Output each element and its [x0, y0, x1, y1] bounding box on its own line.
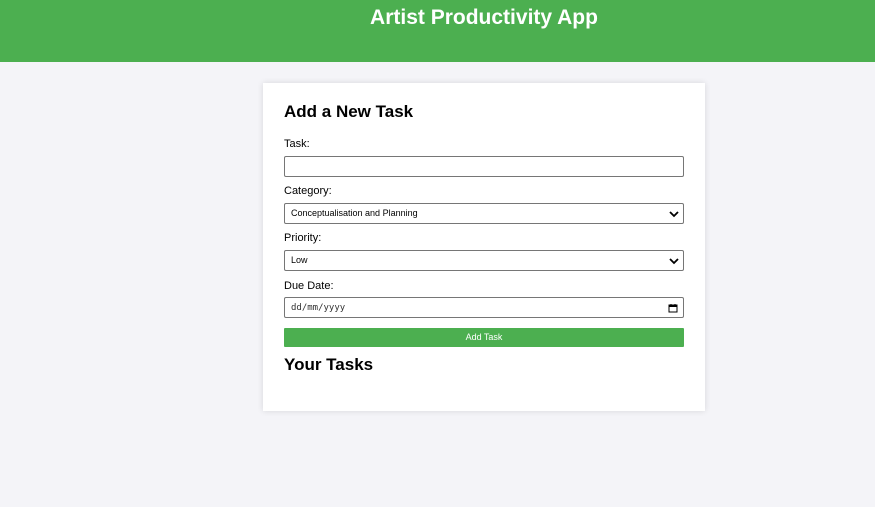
priority-select[interactable]: Low: [284, 250, 684, 271]
app-title: Artist Productivity App: [370, 6, 598, 29]
priority-label: Priority:: [284, 232, 322, 244]
calendar-icon[interactable]: [668, 303, 678, 313]
tasks-heading: Your Tasks: [284, 355, 374, 374]
add-task-button[interactable]: Add Task: [284, 328, 684, 347]
category-select[interactable]: Conceptualisation and Planning: [284, 203, 684, 224]
due-date-label: Due Date:: [284, 280, 334, 292]
chevron-down-icon: [669, 211, 679, 218]
task-input[interactable]: [284, 156, 684, 177]
category-label: Category:: [284, 185, 332, 197]
due-date-placeholder: dd/mm/yyyy: [291, 303, 346, 313]
priority-selected-value: Low: [291, 255, 308, 265]
chevron-down-icon: [669, 258, 679, 265]
form-heading: Add a New Task: [284, 102, 414, 121]
app-header: Artist Productivity App: [0, 0, 875, 62]
task-label: Task:: [284, 138, 310, 150]
due-date-input[interactable]: dd/mm/yyyy: [284, 297, 684, 318]
task-form-card: Add a New Task Task: Category: Conceptua…: [263, 83, 705, 411]
category-selected-value: Conceptualisation and Planning: [291, 208, 418, 218]
